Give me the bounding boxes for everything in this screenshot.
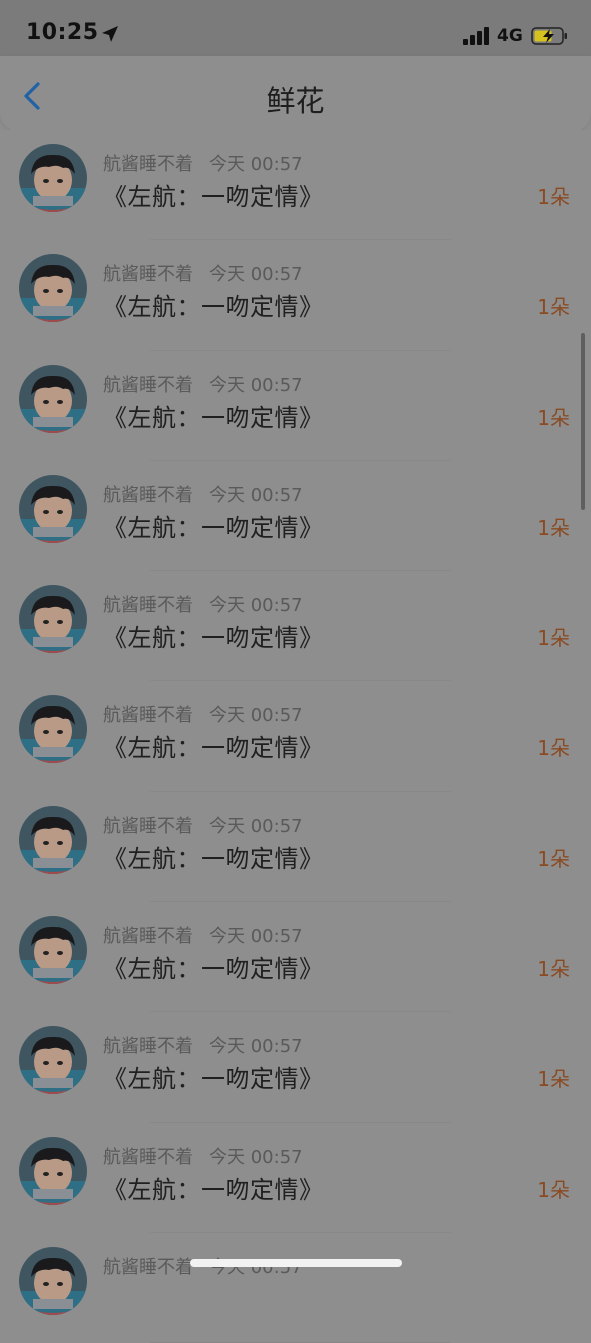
flower-count: 1朵 [537,1067,570,1092]
item-time: 今天 00:57 [209,705,303,727]
avatar-image [19,144,87,212]
item-time: 今天 00:57 [209,1036,303,1058]
item-time: 今天 00:57 [209,484,303,506]
item-message: 《左航：一吻定情》 [103,624,324,653]
avatar[interactable] [19,916,87,985]
flower-count: 1朵 [537,185,570,209]
status-time: 10:25 [26,20,99,45]
username[interactable]: 航酱睡不着 [103,375,193,396]
list-item[interactable]: 航酱睡不着 今天 00:57 [0,1233,591,1343]
item-meta: 航酱睡不着 今天 00:57 [103,1143,303,1169]
list-item[interactable]: 航酱睡不着 今天 00:57 《左航：一吻定情》 1朵 [0,902,591,1013]
item-message: 《左航：一吻定情》 [103,513,324,542]
flower-count: 1朵 [537,957,570,982]
item-time: 今天 00:57 [209,154,303,175]
item-meta: 航酱睡不着 今天 00:57 [103,922,303,948]
item-time: 今天 00:57 [209,815,303,837]
flower-count: 1朵 [537,626,570,651]
item-meta: 航酱睡不着 今天 00:57 [103,150,303,176]
item-meta: 航酱睡不着 今天 00:57 [103,701,303,727]
username[interactable]: 航酱睡不着 [103,926,193,947]
avatar-image [19,695,87,764]
item-time: 今天 00:57 [209,374,303,396]
item-message: 《左航：一吻定情》 [103,844,324,873]
flower-list: 航酱睡不着 今天 00:57 《左航：一吻定情》 1朵 航酱睡不着 今天 00:57… [0,130,591,1343]
item-time: 今天 00:57 [209,264,303,286]
list-item[interactable]: 航酱睡不着 今天 00:57 《左航：一吻定情》 1朵 [0,351,591,462]
status-bar: 10:25 4G [0,0,591,56]
avatar[interactable] [19,805,87,874]
scrollbar[interactable] [581,333,585,510]
item-time: 今天 00:57 [209,595,303,617]
username[interactable]: 航酱睡不着 [103,1257,193,1278]
avatar-image [19,1136,87,1205]
avatar[interactable] [19,585,87,654]
item-time: 今天 00:57 [209,926,303,948]
avatar-image [19,916,87,985]
avatar[interactable] [19,364,87,433]
list-item[interactable]: 航酱睡不着 今天 00:57 《左航：一吻定情》 1朵 [0,1123,591,1234]
flower-count: 1朵 [537,515,570,540]
page-title: 鲜花 [266,84,325,118]
username[interactable]: 航酱睡不着 [103,485,193,506]
flower-count: 1朵 [537,405,570,430]
avatar-image [19,1246,87,1315]
cellular-signal-icon [463,27,489,45]
username[interactable]: 航酱睡不着 [103,1147,193,1168]
item-meta: 航酱睡不着 今天 00:57 [103,1032,303,1058]
avatar-image [19,585,87,654]
username[interactable]: 航酱睡不着 [103,264,193,285]
item-meta: 航酱睡不着 今天 00:57 [103,591,303,617]
list-item[interactable]: 航酱睡不着 今天 00:57 《左航：一吻定情》 1朵 [0,461,591,572]
item-meta: 航酱睡不着 今天 00:57 [103,371,303,397]
network-type: 4G [497,26,523,46]
location-arrow-icon [102,26,118,42]
battery-charging-icon [531,27,567,45]
username[interactable]: 航酱睡不着 [103,1036,193,1057]
avatar[interactable] [19,1246,87,1315]
avatar-image [19,1026,87,1095]
item-message: 《左航：一吻定情》 [103,1065,324,1094]
nav-bar: 鲜花 [0,56,591,132]
item-message: 《左航：一吻定情》 [103,1175,324,1204]
username[interactable]: 航酱睡不着 [103,154,193,175]
item-meta: 航酱睡不着 今天 00:57 [103,481,303,507]
username[interactable]: 航酱睡不着 [103,705,193,726]
username[interactable]: 航酱睡不着 [103,816,193,837]
item-message: 《左航：一吻定情》 [103,955,324,984]
item-time: 今天 00:57 [209,1146,303,1168]
flower-count: 1朵 [537,295,570,320]
list-item[interactable]: 航酱睡不着 今天 00:57 《左航：一吻定情》 1朵 [0,130,591,241]
flower-count: 1朵 [537,1177,570,1202]
list-item[interactable]: 航酱睡不着 今天 00:57 《左航：一吻定情》 1朵 [0,571,591,682]
avatar-image [19,474,87,543]
avatar-image [19,364,87,433]
item-meta: 航酱睡不着 今天 00:57 [103,260,303,286]
avatar[interactable] [19,254,87,323]
username[interactable]: 航酱睡不着 [103,595,193,616]
avatar[interactable] [19,474,87,543]
list-item[interactable]: 航酱睡不着 今天 00:57 《左航：一吻定情》 1朵 [0,1012,591,1123]
avatar-image [19,805,87,874]
home-indicator[interactable] [190,1259,402,1267]
item-message: 《左航：一吻定情》 [103,403,324,432]
flower-count: 1朵 [537,846,570,871]
avatar[interactable] [19,1136,87,1205]
list-item[interactable]: 航酱睡不着 今天 00:57 《左航：一吻定情》 1朵 [0,681,591,793]
list-item[interactable]: 航酱睡不着 今天 00:57 《左航：一吻定情》 1朵 [0,792,591,903]
item-message: 《左航：一吻定情》 [103,183,324,211]
avatar[interactable] [19,144,87,212]
flower-count: 1朵 [537,736,570,761]
avatar[interactable] [19,695,87,764]
item-message: 《左航：一吻定情》 [103,734,324,763]
item-message: 《左航：一吻定情》 [103,293,324,322]
list-item[interactable]: 航酱睡不着 今天 00:57 《左航：一吻定情》 1朵 [0,240,591,351]
item-meta: 航酱睡不着 今天 00:57 [103,812,303,838]
avatar-image [19,254,87,323]
avatar[interactable] [19,1026,87,1095]
